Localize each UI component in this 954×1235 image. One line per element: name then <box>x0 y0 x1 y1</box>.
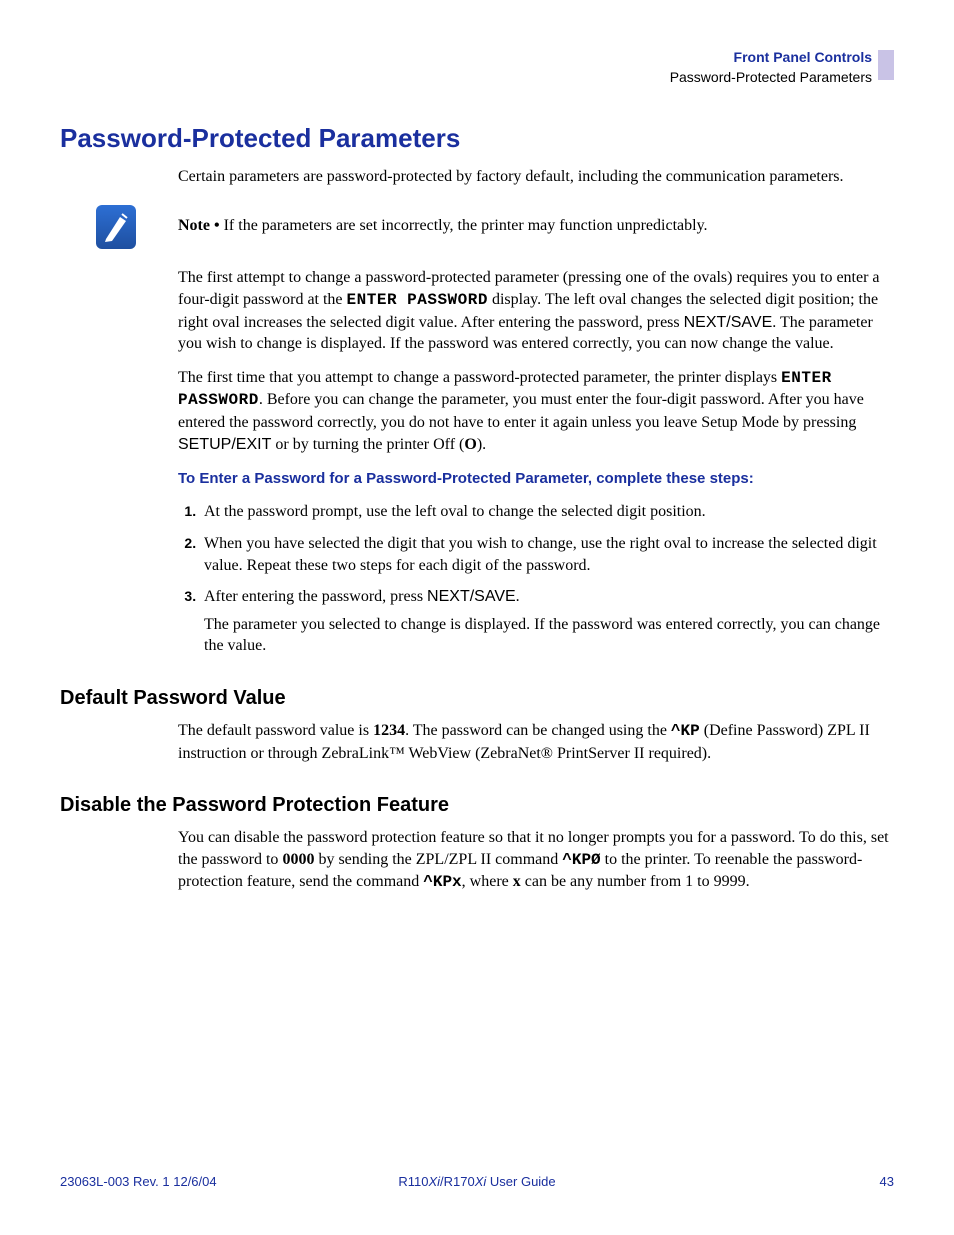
key-next-save: NEXT/SAVE <box>684 314 773 331</box>
note-block: Note • If the parameters are set incorre… <box>96 205 894 249</box>
lcd-text: ENTER PASSWORD <box>347 291 488 309</box>
zero-password: 0000 <box>282 851 314 868</box>
cmd-kp: ^KP <box>671 722 700 740</box>
default-password-value: 1234 <box>373 722 405 739</box>
note-icon <box>96 205 136 249</box>
steps-list: At the password prompt, use the left ova… <box>178 501 894 657</box>
note-label: Note • <box>178 217 220 234</box>
instruction-heading: To Enter a Password for a Password-Prote… <box>178 469 894 489</box>
cmd-kpx: ^KPx <box>423 873 461 891</box>
header-chapter: Front Panel Controls <box>60 48 872 67</box>
key-next-save: NEXT/SAVE <box>427 588 516 605</box>
disable-password-paragraph: You can disable the password protection … <box>178 827 894 894</box>
subheading-disable-password: Disable the Password Protection Feature <box>60 792 894 819</box>
note-body: If the parameters are set incorrectly, t… <box>220 217 708 234</box>
step-1: At the password prompt, use the left ova… <box>200 501 894 523</box>
intro-paragraph: Certain parameters are password-protecte… <box>178 166 894 188</box>
cmd-kp0: ^KPØ <box>562 851 600 869</box>
page-header: Front Panel Controls Password-Protected … <box>60 48 894 87</box>
var-x: x <box>513 873 521 890</box>
note-text: Note • If the parameters are set incorre… <box>178 215 708 237</box>
step-2: When you have selected the digit that yo… <box>200 533 894 576</box>
subheading-default-password: Default Password Value <box>60 685 894 712</box>
default-password-paragraph: The default password value is 1234. The … <box>178 720 894 764</box>
page-title: Password-Protected Parameters <box>60 121 894 156</box>
header-section: Password-Protected Parameters <box>60 68 872 87</box>
footer-center: R110Xi/R170Xi User Guide <box>60 1173 894 1191</box>
page-footer: 23063L-003 Rev. 1 12/6/04 R110Xi/R170Xi … <box>60 1173 894 1191</box>
step-3-sub: The parameter you selected to change is … <box>204 614 894 657</box>
step-3: After entering the password, press NEXT/… <box>200 586 894 657</box>
off-symbol: O <box>464 436 476 453</box>
paragraph-1: The first attempt to change a password-p… <box>178 267 894 354</box>
key-setup-exit: SETUP/EXIT <box>178 436 271 453</box>
paragraph-2: The first time that you attempt to chang… <box>178 367 894 455</box>
